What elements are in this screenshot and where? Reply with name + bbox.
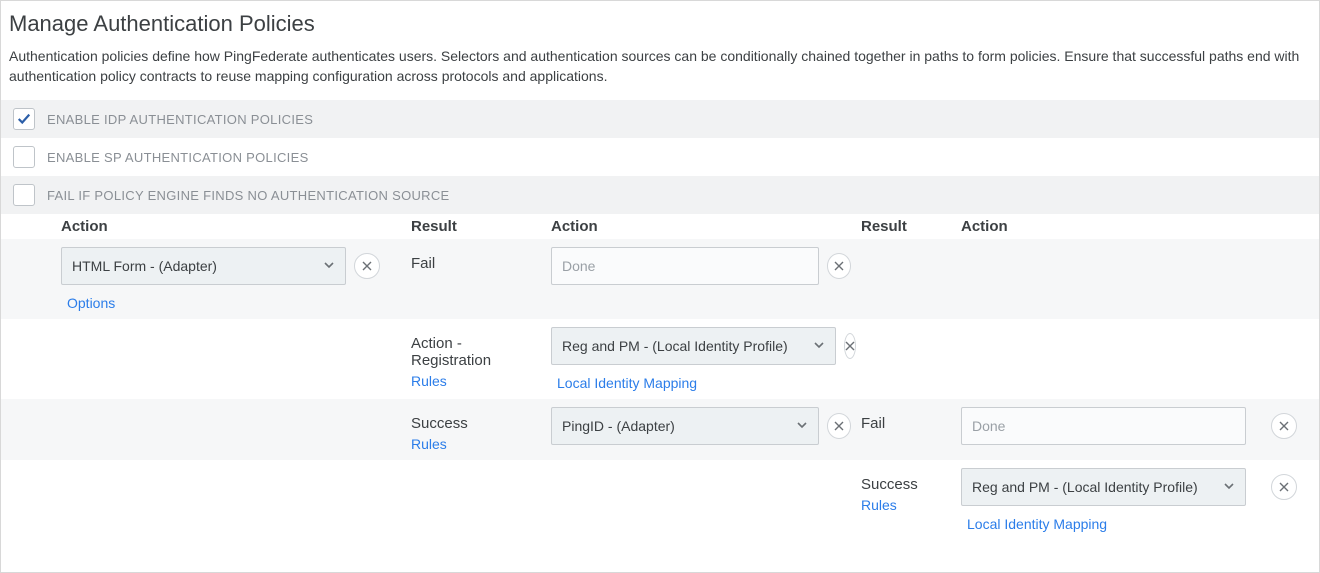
root-action-value: HTML Form - (Adapter) [72, 258, 217, 274]
result-success: Success [411, 407, 541, 432]
remove-success-button[interactable] [827, 413, 851, 439]
fail-action-value: Done [562, 258, 595, 274]
checkbox-idp[interactable] [13, 108, 35, 130]
root-options-link[interactable]: Options [61, 289, 346, 311]
result-success-success: Success [861, 468, 951, 493]
chevron-down-icon [813, 338, 825, 354]
chevron-down-icon [1223, 479, 1235, 495]
tree-row-success-success: Success Rules Reg and PM - (Local Identi… [1, 460, 1319, 540]
option-row-fail: FAIL IF POLICY ENGINE FINDS NO AUTHENTIC… [1, 176, 1319, 214]
remove-root-button[interactable] [354, 253, 380, 279]
option-row-sp: ENABLE SP AUTHENTICATION POLICIES [1, 138, 1319, 176]
success-success-rules-link[interactable]: Rules [861, 493, 951, 513]
option-label-sp: ENABLE SP AUTHENTICATION POLICIES [47, 150, 309, 165]
checkbox-sp[interactable] [13, 146, 35, 168]
tree-row-registration: Action - Registration Rules Reg and PM -… [1, 319, 1319, 399]
success-action-select[interactable]: PingID - (Adapter) [551, 407, 819, 445]
result-fail: Fail [411, 247, 541, 272]
page-container: Manage Authentication Policies Authentic… [0, 0, 1320, 573]
page-title: Manage Authentication Policies [1, 5, 1319, 47]
root-action-select[interactable]: HTML Form - (Adapter) [61, 247, 346, 285]
success-success-action-value: Reg and PM - (Local Identity Profile) [972, 479, 1198, 495]
tree-row-root-fail: HTML Form - (Adapter) Options Fail Done [1, 239, 1319, 319]
success-success-action-select[interactable]: Reg and PM - (Local Identity Profile) [961, 468, 1246, 506]
registration-rules-link[interactable]: Rules [411, 369, 541, 389]
success-success-mapping-link[interactable]: Local Identity Mapping [961, 510, 1246, 532]
option-label-idp: ENABLE IDP AUTHENTICATION POLICIES [47, 112, 313, 127]
remove-registration-button[interactable] [844, 333, 856, 359]
header-result-1: Result [411, 218, 551, 235]
result-success-fail: Fail [861, 407, 951, 432]
remove-fail-button[interactable] [827, 253, 851, 279]
checkbox-fail[interactable] [13, 184, 35, 206]
header-action-1: Action [61, 218, 411, 235]
check-icon [17, 112, 31, 126]
chevron-down-icon [796, 418, 808, 434]
option-label-fail: FAIL IF POLICY ENGINE FINDS NO AUTHENTIC… [47, 188, 450, 203]
column-headers: Action Result Action Result Action [1, 214, 1319, 239]
tree-row-success-fail: Success Rules PingID - (Adapter) Fail Do… [1, 399, 1319, 460]
option-row-idp: ENABLE IDP AUTHENTICATION POLICIES [1, 100, 1319, 138]
header-result-2: Result [861, 218, 961, 235]
remove-success-fail-button[interactable] [1271, 413, 1297, 439]
registration-action-select[interactable]: Reg and PM - (Local Identity Profile) [551, 327, 836, 365]
remove-success-success-button[interactable] [1271, 474, 1297, 500]
header-action-3: Action [961, 218, 1271, 235]
success-fail-action-value: Done [972, 418, 1005, 434]
success-fail-action-select[interactable]: Done [961, 407, 1246, 445]
chevron-down-icon [323, 258, 335, 274]
registration-mapping-link[interactable]: Local Identity Mapping [551, 369, 836, 391]
page-description: Authentication policies define how PingF… [1, 47, 1319, 100]
fail-action-select[interactable]: Done [551, 247, 819, 285]
registration-action-value: Reg and PM - (Local Identity Profile) [562, 338, 788, 354]
success-rules-link[interactable]: Rules [411, 432, 541, 452]
header-action-2: Action [551, 218, 861, 235]
success-action-value: PingID - (Adapter) [562, 418, 675, 434]
result-registration: Action - Registration [411, 327, 541, 369]
